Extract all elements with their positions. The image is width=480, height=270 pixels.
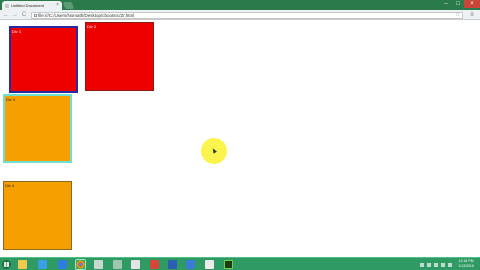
close-window-button[interactable]: × (464, 0, 480, 8)
div-box-3-label: Div 3 (6, 97, 16, 102)
app-icon-3[interactable] (131, 260, 140, 269)
tray-keyboard-icon[interactable] (448, 262, 452, 267)
div-box-3: Div 3 (3, 94, 72, 163)
system-tray (420, 259, 452, 270)
clock-date: 1/13/2016 (458, 264, 474, 268)
div-box-2: Div 2 (85, 22, 154, 91)
div-box-2-label: Div 2 (87, 24, 97, 29)
chrome-icon[interactable] (76, 260, 85, 269)
app-icon-6[interactable] (205, 260, 214, 269)
tray-arrow-icon[interactable] (420, 262, 424, 267)
tray-volume-icon[interactable] (441, 262, 445, 267)
tray-network-icon[interactable] (434, 262, 438, 267)
explorer-icon[interactable] (18, 260, 27, 269)
word-icon[interactable] (168, 260, 177, 269)
page-favicon-icon (5, 3, 9, 8)
back-button[interactable]: ← (2, 11, 10, 19)
div-box-4: Div 4 (3, 181, 72, 250)
reload-button[interactable]: C (20, 11, 28, 19)
window-controls: – □ × (440, 0, 480, 8)
address-bar[interactable]: file:///C:/Users/Nomath/Desktop/cbootsrc… (31, 11, 463, 19)
app-icon-2[interactable] (113, 260, 122, 269)
page-icon (33, 13, 37, 17)
div-box-4-label: Div 4 (5, 183, 15, 188)
tray-flag-icon[interactable] (427, 262, 431, 267)
windows-taskbar: 12:18 PM 1/13/2016 (0, 257, 480, 270)
forward-button[interactable]: → (11, 11, 19, 19)
dreamweaver-icon[interactable] (224, 260, 233, 269)
tab-close-icon[interactable]: × (56, 1, 59, 10)
app-icon-4[interactable] (150, 260, 159, 269)
browser-menu-icon[interactable]: ≡ (468, 11, 476, 19)
taskbar-clock[interactable]: 12:18 PM 1/13/2016 (455, 259, 477, 269)
start-button[interactable] (2, 260, 11, 269)
store-icon[interactable] (38, 260, 47, 269)
browser-toolbar: ← → C file:///C:/Users/Nomath/Desktop/cb… (0, 10, 480, 20)
new-tab-button[interactable] (62, 2, 75, 9)
app-icon[interactable] (94, 260, 103, 269)
div-box-1: Div 1 (9, 26, 78, 93)
maximize-button[interactable]: □ (452, 0, 464, 8)
address-text: file:///C:/Users/Nomath/Desktop/cbootsrc… (38, 12, 135, 18)
ie-icon[interactable] (58, 260, 67, 269)
minimize-button[interactable]: – (440, 0, 452, 8)
browser-tab[interactable]: Untitled Document × (2, 1, 62, 10)
app-icon-5[interactable] (186, 260, 195, 269)
browser-titlebar: Untitled Document × – □ × (0, 0, 480, 10)
bookmark-star-icon[interactable]: ☆ (455, 11, 460, 19)
tab-title: Untitled Document (11, 3, 44, 8)
div-box-1-label: Div 1 (12, 29, 22, 34)
